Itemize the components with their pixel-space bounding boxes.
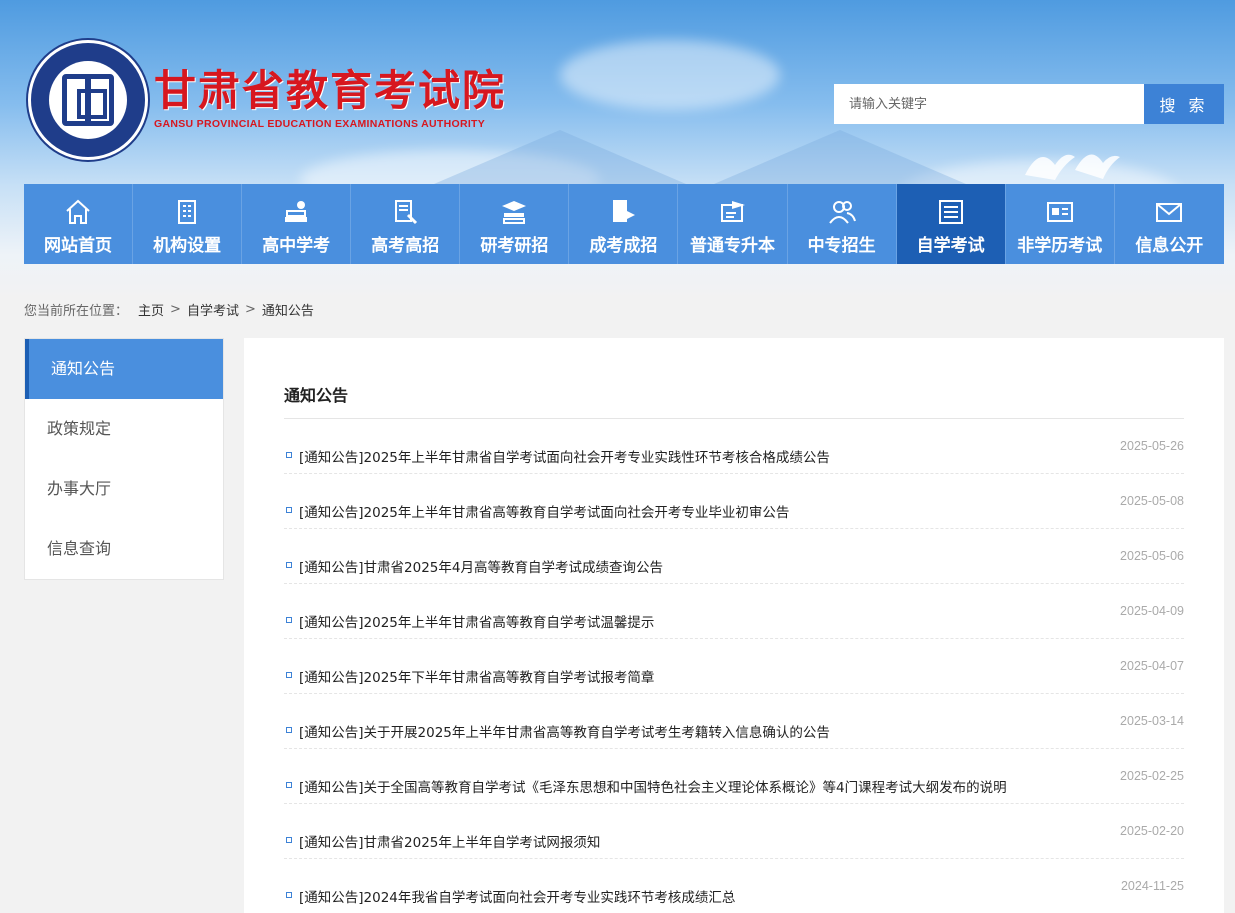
list-item: [通知公告]关于全国高等教育自学考试《毛泽东思想和中国特色社会主义理论体系概论》… [284,749,1184,804]
nav-label: 研考研招 [480,236,549,256]
sidebar: 通知公告 政策规定 办事大厅 信息查询 [24,338,224,580]
news-date: 2025-04-09 [1120,604,1184,618]
bullet-icon [286,507,292,513]
nav-item-adult-exam[interactable]: 成考成招 [569,184,679,264]
list-item: [通知公告]2024年我省自学考试面向社会开考专业实践环节考核成绩汇总 2024… [284,859,1184,913]
search-input[interactable] [834,84,1144,124]
bullet-icon [286,617,292,623]
main-nav: 网站首页 机构设置 高中学考 高考高招 研考研招 成考成招 普通专升本 中专招生… [24,184,1224,264]
books-icon [285,201,308,222]
list-item: [通知公告]2025年上半年甘肃省自学考试面向社会开考专业实践性环节考核合格成绩… [284,419,1184,474]
nav-item-college-entrance[interactable]: 高考高招 [351,184,461,264]
bullet-icon [286,782,292,788]
news-link[interactable]: [通知公告]甘肃省2025年上半年自学考试网报须知 [299,831,600,851]
breadcrumb-current[interactable]: 通知公告 [262,300,314,319]
nav-label: 网站首页 [44,236,113,256]
breadcrumb-separator: > [170,302,181,317]
nav-item-home[interactable]: 网站首页 [24,184,134,264]
news-date: 2025-05-06 [1120,549,1184,563]
news-date: 2025-03-14 [1120,714,1184,728]
nav-item-high-school-exam[interactable]: 高中学考 [242,184,352,264]
bullet-icon [286,892,292,898]
news-date: 2025-02-25 [1120,769,1184,783]
nav-label: 机构设置 [153,236,222,256]
list-item: [通知公告]2025年上半年甘肃省高等教育自学考试面向社会开考专业毕业初审公告 … [284,474,1184,529]
doves-icon [1025,154,1120,180]
home-icon [66,199,90,224]
sidebar-item-policies[interactable]: 政策规定 [25,399,223,459]
sidebar-item-notices[interactable]: 通知公告 [25,339,223,399]
nav-label: 中专招生 [807,236,876,256]
list-item: [通知公告]2025年下半年甘肃省高等教育自学考试报考简章 2025-04-07 [284,639,1184,694]
bullet-icon [286,727,292,733]
logo-subtitle: GANSU PROVINCIAL EDUCATION EXAMINATIONS … [154,118,486,130]
nav-label: 信息公开 [1135,236,1204,256]
mountain-decoration [700,130,980,190]
page-title: 通知公告 [284,338,1184,419]
breadcrumb-separator: > [244,302,256,317]
id-card-icon [1046,202,1073,222]
news-link[interactable]: [通知公告]2025年上半年甘肃省高等教育自学考试面向社会开考专业毕业初审公告 [299,501,789,521]
news-date: 2025-02-20 [1120,824,1184,838]
nav-label: 高中学考 [262,236,331,256]
bullet-icon [286,837,292,843]
bullet-icon [286,672,292,678]
list-item: [通知公告]甘肃省2025年上半年自学考试网报须知 2025-02-20 [284,804,1184,859]
cap-board-icon [720,201,745,222]
news-link[interactable]: [通知公告]2025年下半年甘肃省高等教育自学考试报考简章 [299,666,654,686]
list-item: [通知公告]甘肃省2025年4月高等教育自学考试成绩查询公告 2025-05-0… [284,529,1184,584]
logo-title: 甘肃省教育考试院 [154,66,507,115]
list-item: [通知公告]2025年上半年甘肃省高等教育自学考试温馨提示 2025-04-09 [284,584,1184,639]
nav-item-info-disclosure[interactable]: 信息公开 [1114,184,1224,264]
nav-item-self-study-exam[interactable]: 自学考试 [896,184,1006,264]
list-doc-icon [938,200,963,224]
search-bar: 搜 索 [834,84,1224,124]
news-link[interactable]: [通知公告]2025年上半年甘肃省自学考试面向社会开考专业实践性环节考核合格成绩… [299,446,830,466]
news-date: 2025-04-07 [1120,659,1184,673]
news-date: 2025-05-26 [1120,439,1184,453]
graduation-books-icon [502,201,527,224]
document-flag-icon [613,200,636,222]
building-icon [178,200,197,224]
news-link[interactable]: [通知公告]甘肃省2025年4月高等教育自学考试成绩查询公告 [299,556,663,576]
seal-icon [28,40,148,160]
nav-item-postgraduate[interactable]: 研考研招 [460,184,570,264]
search-button[interactable]: 搜 索 [1144,84,1224,124]
list-item: [通知公告]关于开展2025年上半年甘肃省高等教育自学考试考生考籍转入信息确认的… [284,694,1184,749]
news-link[interactable]: [通知公告]关于全国高等教育自学考试《毛泽东思想和中国特色社会主义理论体系概论》… [299,776,1007,796]
news-link[interactable]: [通知公告]2024年我省自学考试面向社会开考专业实践环节考核成绩汇总 [299,886,735,906]
users-icon [828,201,856,224]
cloud-decoration [560,40,780,110]
bullet-icon [286,452,292,458]
breadcrumb-self-study[interactable]: 自学考试 [187,300,239,319]
nav-label: 非学历考试 [1017,236,1103,256]
nav-item-organization[interactable]: 机构设置 [133,184,243,264]
nav-label: 自学考试 [916,236,985,256]
mail-icon [1156,203,1183,222]
main-content: 通知公告 [通知公告]2025年上半年甘肃省自学考试面向社会开考专业实践性环节考… [244,338,1224,913]
nav-label: 普通专升本 [690,236,775,256]
nav-item-secondary-school[interactable]: 中专招生 [787,184,897,264]
nav-label: 高考高招 [371,236,440,256]
sidebar-item-info-query[interactable]: 信息查询 [25,519,223,579]
news-date: 2025-05-08 [1120,494,1184,508]
site-logo[interactable]: 甘肃省教育考试院 GANSU PROVINCIAL EDUCATION EXAM… [28,40,506,160]
nav-item-upgrade[interactable]: 普通专升本 [678,184,788,264]
nav-item-non-degree-exam[interactable]: 非学历考试 [1005,184,1115,264]
news-link[interactable]: [通知公告]2025年上半年甘肃省高等教育自学考试温馨提示 [299,611,654,631]
news-date: 2024-11-25 [1120,879,1184,893]
breadcrumb: 您当前所在位置： 主页 > 自学考试 > 通知公告 [24,300,314,319]
sidebar-item-service-hall[interactable]: 办事大厅 [25,459,223,519]
exam-pen-icon [395,200,418,225]
news-link[interactable]: [通知公告]关于开展2025年上半年甘肃省高等教育自学考试考生考籍转入信息确认的… [299,721,830,741]
breadcrumb-prefix: 您当前所在位置： [24,304,129,319]
breadcrumb-home[interactable]: 主页 [138,300,164,319]
nav-label: 成考成招 [589,236,658,256]
news-list: [通知公告]2025年上半年甘肃省自学考试面向社会开考专业实践性环节考核合格成绩… [284,419,1184,913]
bullet-icon [286,562,292,568]
